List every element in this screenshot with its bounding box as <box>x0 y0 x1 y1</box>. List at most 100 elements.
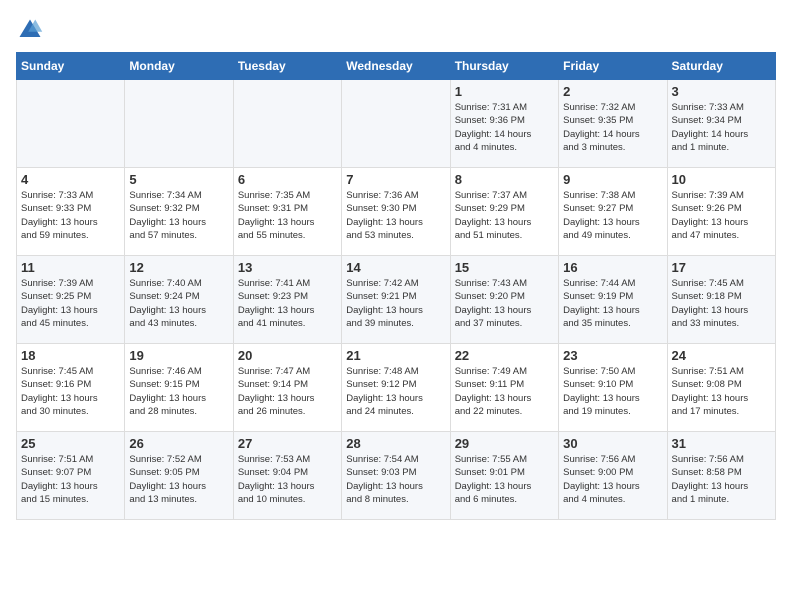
day-number: 9 <box>563 172 662 187</box>
day-info: Sunrise: 7:45 AM Sunset: 9:16 PM Dayligh… <box>21 365 120 418</box>
day-number: 21 <box>346 348 445 363</box>
day-number: 15 <box>455 260 554 275</box>
day-number: 20 <box>238 348 337 363</box>
header-monday: Monday <box>125 53 233 80</box>
day-info: Sunrise: 7:56 AM Sunset: 9:00 PM Dayligh… <box>563 453 662 506</box>
calendar-cell: 6Sunrise: 7:35 AM Sunset: 9:31 PM Daylig… <box>233 168 341 256</box>
day-info: Sunrise: 7:51 AM Sunset: 9:08 PM Dayligh… <box>672 365 771 418</box>
calendar-cell: 4Sunrise: 7:33 AM Sunset: 9:33 PM Daylig… <box>17 168 125 256</box>
day-info: Sunrise: 7:32 AM Sunset: 9:35 PM Dayligh… <box>563 101 662 154</box>
calendar-cell: 16 Sunrise: 7:44 AM Sunset: 9:19 PM Dayli… <box>559 256 667 344</box>
day-info: Sunrise: 7:33 AM Sunset: 9:33 PM Dayligh… <box>21 189 120 242</box>
calendar-cell: 12Sunrise: 7:40 AM Sunset: 9:24 PM Dayli… <box>125 256 233 344</box>
day-info: Sunrise: 7:46 AM Sunset: 9:15 PM Dayligh… <box>129 365 228 418</box>
calendar-cell: 17 Sunrise: 7:45 AM Sunset: 9:18 PM Dayli… <box>667 256 775 344</box>
day-number: 6 <box>238 172 337 187</box>
calendar-table: SundayMondayTuesdayWednesdayThursdayFrid… <box>16 52 776 520</box>
day-info: Sunrise: 7:52 AM Sunset: 9:05 PM Dayligh… <box>129 453 228 506</box>
day-number: 8 <box>455 172 554 187</box>
calendar-cell: 30 Sunrise: 7:56 AM Sunset: 9:00 PM Dayli… <box>559 432 667 520</box>
calendar-cell: 1 Sunrise: 7:31 AM Sunset: 9:36 PM Daylig… <box>450 80 558 168</box>
calendar-cell: 27Sunrise: 7:53 AM Sunset: 9:04 PM Dayli… <box>233 432 341 520</box>
calendar-week-row: 1 Sunrise: 7:31 AM Sunset: 9:36 PM Daylig… <box>17 80 776 168</box>
day-number: 14 <box>346 260 445 275</box>
calendar-week-row: 11 Sunrise: 7:39 AM Sunset: 9:25 PM Dayli… <box>17 256 776 344</box>
calendar-week-row: 25Sunrise: 7:51 AM Sunset: 9:07 PM Dayli… <box>17 432 776 520</box>
day-number: 7 <box>346 172 445 187</box>
calendar-cell <box>342 80 450 168</box>
day-info: Sunrise: 7:48 AM Sunset: 9:12 PM Dayligh… <box>346 365 445 418</box>
calendar-cell: 8 Sunrise: 7:37 AM Sunset: 9:29 PM Daylig… <box>450 168 558 256</box>
calendar-cell: 11 Sunrise: 7:39 AM Sunset: 9:25 PM Dayli… <box>17 256 125 344</box>
day-info: Sunrise: 7:54 AM Sunset: 9:03 PM Dayligh… <box>346 453 445 506</box>
day-number: 26 <box>129 436 228 451</box>
day-info: Sunrise: 7:44 AM Sunset: 9:19 PM Dayligh… <box>563 277 662 330</box>
day-number: 19 <box>129 348 228 363</box>
day-info: Sunrise: 7:55 AM Sunset: 9:01 PM Dayligh… <box>455 453 554 506</box>
calendar-cell: 24 Sunrise: 7:51 AM Sunset: 9:08 PM Dayli… <box>667 344 775 432</box>
calendar-cell: 19 Sunrise: 7:46 AM Sunset: 9:15 PM Dayli… <box>125 344 233 432</box>
day-number: 17 <box>672 260 771 275</box>
header-tuesday: Tuesday <box>233 53 341 80</box>
day-number: 18 <box>21 348 120 363</box>
day-info: Sunrise: 7:38 AM Sunset: 9:27 PM Dayligh… <box>563 189 662 242</box>
header-thursday: Thursday <box>450 53 558 80</box>
calendar-cell: 28Sunrise: 7:54 AM Sunset: 9:03 PM Dayli… <box>342 432 450 520</box>
calendar-week-row: 4Sunrise: 7:33 AM Sunset: 9:33 PM Daylig… <box>17 168 776 256</box>
calendar-cell <box>125 80 233 168</box>
day-info: Sunrise: 7:42 AM Sunset: 9:21 PM Dayligh… <box>346 277 445 330</box>
calendar-cell: 10 Sunrise: 7:39 AM Sunset: 9:26 PM Dayli… <box>667 168 775 256</box>
calendar-cell: 21 Sunrise: 7:48 AM Sunset: 9:12 PM Dayli… <box>342 344 450 432</box>
day-info: Sunrise: 7:41 AM Sunset: 9:23 PM Dayligh… <box>238 277 337 330</box>
day-number: 30 <box>563 436 662 451</box>
calendar-header-row: SundayMondayTuesdayWednesdayThursdayFrid… <box>17 53 776 80</box>
day-number: 2 <box>563 84 662 99</box>
day-number: 3 <box>672 84 771 99</box>
day-info: Sunrise: 7:53 AM Sunset: 9:04 PM Dayligh… <box>238 453 337 506</box>
calendar-cell: 26 Sunrise: 7:52 AM Sunset: 9:05 PM Dayli… <box>125 432 233 520</box>
calendar-cell: 9 Sunrise: 7:38 AM Sunset: 9:27 PM Daylig… <box>559 168 667 256</box>
calendar-cell: 14 Sunrise: 7:42 AM Sunset: 9:21 PM Dayli… <box>342 256 450 344</box>
calendar-cell: 31Sunrise: 7:56 AM Sunset: 8:58 PM Dayli… <box>667 432 775 520</box>
day-number: 11 <box>21 260 120 275</box>
day-number: 13 <box>238 260 337 275</box>
day-number: 10 <box>672 172 771 187</box>
day-number: 31 <box>672 436 771 451</box>
day-number: 22 <box>455 348 554 363</box>
header-friday: Friday <box>559 53 667 80</box>
day-info: Sunrise: 7:37 AM Sunset: 9:29 PM Dayligh… <box>455 189 554 242</box>
day-info: Sunrise: 7:47 AM Sunset: 9:14 PM Dayligh… <box>238 365 337 418</box>
header-sunday: Sunday <box>17 53 125 80</box>
day-number: 5 <box>129 172 228 187</box>
day-info: Sunrise: 7:49 AM Sunset: 9:11 PM Dayligh… <box>455 365 554 418</box>
calendar-cell: 20 Sunrise: 7:47 AM Sunset: 9:14 PM Dayli… <box>233 344 341 432</box>
day-info: Sunrise: 7:45 AM Sunset: 9:18 PM Dayligh… <box>672 277 771 330</box>
header-wednesday: Wednesday <box>342 53 450 80</box>
page-header <box>16 16 776 44</box>
calendar-cell: 7Sunrise: 7:36 AM Sunset: 9:30 PM Daylig… <box>342 168 450 256</box>
calendar-cell: 22 Sunrise: 7:49 AM Sunset: 9:11 PM Dayli… <box>450 344 558 432</box>
day-number: 25 <box>21 436 120 451</box>
calendar-cell: 25Sunrise: 7:51 AM Sunset: 9:07 PM Dayli… <box>17 432 125 520</box>
day-info: Sunrise: 7:31 AM Sunset: 9:36 PM Dayligh… <box>455 101 554 154</box>
calendar-cell: 23Sunrise: 7:50 AM Sunset: 9:10 PM Dayli… <box>559 344 667 432</box>
calendar-cell: 18 Sunrise: 7:45 AM Sunset: 9:16 PM Dayli… <box>17 344 125 432</box>
calendar-cell <box>233 80 341 168</box>
header-saturday: Saturday <box>667 53 775 80</box>
calendar-week-row: 18 Sunrise: 7:45 AM Sunset: 9:16 PM Dayli… <box>17 344 776 432</box>
calendar-cell: 2 Sunrise: 7:32 AM Sunset: 9:35 PM Daylig… <box>559 80 667 168</box>
day-number: 29 <box>455 436 554 451</box>
calendar-cell <box>17 80 125 168</box>
calendar-cell: 13 Sunrise: 7:41 AM Sunset: 9:23 PM Dayli… <box>233 256 341 344</box>
day-number: 16 <box>563 260 662 275</box>
day-info: Sunrise: 7:40 AM Sunset: 9:24 PM Dayligh… <box>129 277 228 330</box>
day-number: 24 <box>672 348 771 363</box>
day-info: Sunrise: 7:39 AM Sunset: 9:26 PM Dayligh… <box>672 189 771 242</box>
day-info: Sunrise: 7:39 AM Sunset: 9:25 PM Dayligh… <box>21 277 120 330</box>
calendar-cell: 3Sunrise: 7:33 AM Sunset: 9:34 PM Daylig… <box>667 80 775 168</box>
day-info: Sunrise: 7:43 AM Sunset: 9:20 PM Dayligh… <box>455 277 554 330</box>
day-number: 1 <box>455 84 554 99</box>
calendar-cell: 29 Sunrise: 7:55 AM Sunset: 9:01 PM Dayli… <box>450 432 558 520</box>
day-info: Sunrise: 7:50 AM Sunset: 9:10 PM Dayligh… <box>563 365 662 418</box>
day-info: Sunrise: 7:34 AM Sunset: 9:32 PM Dayligh… <box>129 189 228 242</box>
